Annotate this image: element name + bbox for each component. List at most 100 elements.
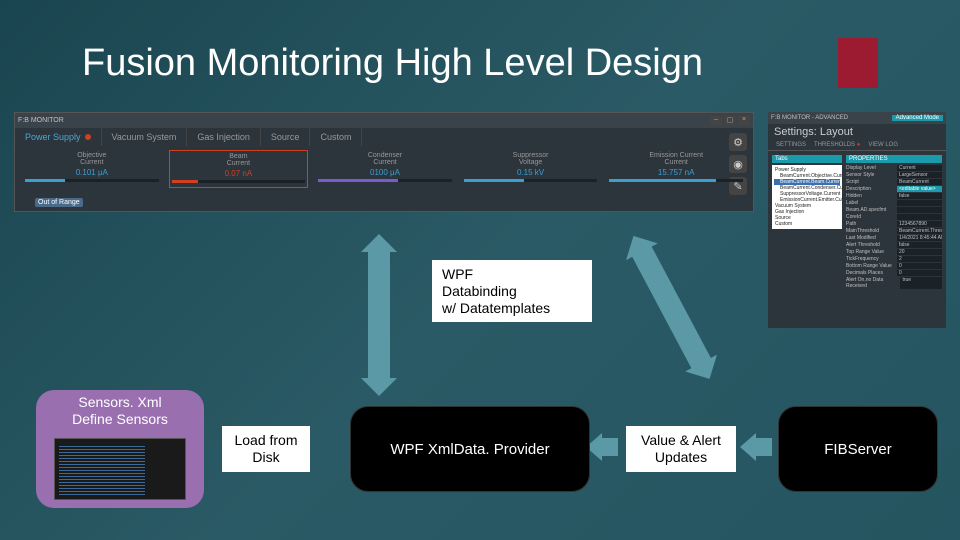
- property-label: Alert Threshold: [846, 242, 880, 248]
- property-row: Alert Threshold false: [846, 242, 942, 248]
- arrow-bidirectional: [368, 250, 390, 380]
- property-label: Path: [846, 221, 856, 227]
- tab-custom[interactable]: Custom: [310, 128, 362, 146]
- page-title: Fusion Monitoring High Level Design: [82, 42, 703, 85]
- sensor-emission: Emission Current Current 15.757 nA: [607, 150, 745, 188]
- properties-panel: PROPERTIES Display LevelCurrentSensor St…: [846, 155, 942, 307]
- fib-title-text: F:B MONITOR: [18, 117, 64, 124]
- sensor-value: 0100 µA: [318, 168, 452, 177]
- label-value-updates: Value & Alert Updates: [626, 426, 736, 472]
- property-label: Hidden: [846, 193, 862, 199]
- settings-title-text: F:B MONITOR - ADVANCED: [771, 115, 848, 121]
- property-row: Sensor Style LargeSensor: [846, 172, 942, 178]
- fib-titlebar: F:B MONITOR – ▢ ×: [15, 113, 753, 128]
- sensor-beam: Beam Current 0.07 nA: [169, 150, 309, 188]
- property-row: Decimals Places 0: [846, 270, 942, 276]
- sensor-row: Objective Current 0.101 µA Beam Current …: [15, 146, 753, 192]
- subtab-viewlog[interactable]: VIEW LOG: [864, 140, 902, 150]
- property-row: Alert On,no Data Receivedtrue: [846, 277, 942, 289]
- tab-power-supply[interactable]: Power Supply: [15, 128, 102, 146]
- property-value[interactable]: BeamCurrent: [897, 179, 942, 185]
- fib-monitor-window: F:B MONITOR – ▢ × Power Supply Vacuum Sy…: [14, 112, 754, 212]
- property-value[interactable]: 20: [897, 249, 942, 255]
- property-value[interactable]: false: [897, 242, 942, 248]
- property-row: Last Modified1/4/2021 8:45:44 AM: [846, 235, 942, 241]
- label-wpf-databinding: WPF Databinding w/ Datatemplates: [432, 260, 592, 322]
- property-value[interactable]: 1/4/2021 8:45:44 AM: [897, 235, 942, 241]
- sensor-label: Beam Current: [172, 153, 306, 167]
- property-value[interactable]: <editable value>: [897, 186, 942, 192]
- property-label: Decimals Places: [846, 270, 883, 276]
- property-label: Label: [846, 200, 858, 206]
- tab-source[interactable]: Source: [261, 128, 311, 146]
- property-value[interactable]: 2: [897, 256, 942, 262]
- settings-window: F:B MONITOR - ADVANCED Advanced Mode Set…: [768, 112, 946, 328]
- property-label: TickFrequency: [846, 256, 879, 262]
- property-value[interactable]: BeamCurrent.ThresholdMonitor.LowUp: [897, 228, 942, 234]
- properties-col-head: PROPERTIES: [846, 155, 942, 163]
- property-row: Display LevelCurrent: [846, 165, 942, 171]
- fibserver-box: FIBServer: [778, 406, 938, 492]
- eye-icon[interactable]: ◉: [729, 155, 747, 173]
- property-value[interactable]: [897, 214, 942, 220]
- property-label: Script: [846, 179, 859, 185]
- xml-preview-thumbnail: [54, 438, 186, 500]
- gear-icon[interactable]: ⚙: [729, 133, 747, 151]
- settings-heading: Settings: Layout: [768, 124, 946, 140]
- property-value[interactable]: Current: [897, 165, 942, 171]
- tree-item[interactable]: Custom: [774, 221, 840, 227]
- subtab-settings[interactable]: SETTINGS: [772, 140, 810, 150]
- tabs-col-head: Tabs: [772, 155, 842, 163]
- sensor-label: Suppressor Voltage: [464, 152, 598, 166]
- settings-titlebar: F:B MONITOR - ADVANCED Advanced Mode: [768, 112, 946, 124]
- sensor-condenser: Condenser Current 0100 µA: [316, 150, 454, 188]
- settings-subtabs: SETTINGS THRESHOLDS ● VIEW LOG: [768, 140, 946, 151]
- sensor-label: Condenser Current: [318, 152, 452, 166]
- property-label: Beam.AD.specfmt: [846, 207, 886, 213]
- maximize-icon[interactable]: ▢: [724, 116, 736, 126]
- property-label: Description: [846, 186, 871, 192]
- property-row: Hidden false: [846, 193, 942, 199]
- property-label: Bottom Range Value: [846, 263, 892, 269]
- property-value[interactable]: LargeSensor: [897, 172, 942, 178]
- property-label: Sensor Style: [846, 172, 874, 178]
- property-value[interactable]: 1234567890: [897, 221, 942, 227]
- sensor-value: 0.07 nA: [172, 169, 306, 178]
- close-icon[interactable]: ×: [738, 116, 750, 126]
- sensor-value: 0.15 kV: [464, 168, 598, 177]
- property-row: CoreId: [846, 214, 942, 220]
- sensor-value: 0.101 µA: [25, 168, 159, 177]
- property-row: Script BeamCurrent: [846, 179, 942, 185]
- minimize-icon[interactable]: –: [710, 116, 722, 126]
- property-label: Alert On,no Data Received: [846, 277, 900, 289]
- label-load-from-disk: Load from Disk: [222, 426, 310, 472]
- tab-gas-injection[interactable]: Gas Injection: [187, 128, 261, 146]
- property-label: Top Range Value: [846, 249, 884, 255]
- sensor-label: Objective Current: [25, 152, 159, 166]
- property-value[interactable]: 0: [897, 263, 942, 269]
- xml-data-provider-box: WPF XmlData. Provider: [350, 406, 590, 492]
- property-value[interactable]: true: [900, 277, 942, 289]
- property-row: Path 1234567890: [846, 221, 942, 227]
- property-row: Beam.AD.specfmt: [846, 207, 942, 213]
- property-row: TickFrequency 2: [846, 256, 942, 262]
- property-label: MainThreshold: [846, 228, 879, 234]
- sensor-tree[interactable]: Power Supply BeamCurrent.Objective.Curre…: [772, 165, 842, 229]
- accent-bar: [838, 38, 878, 88]
- property-label: CoreId: [846, 214, 861, 220]
- fib-tab-bar: Power Supply Vacuum System Gas Injection…: [15, 128, 753, 146]
- arrow-left: [754, 438, 772, 456]
- tab-vacuum-system[interactable]: Vacuum System: [102, 128, 188, 146]
- subtab-thresholds[interactable]: THRESHOLDS ●: [810, 140, 864, 150]
- property-value[interactable]: [897, 207, 942, 213]
- arrow-bidirectional: [631, 245, 711, 370]
- property-row: MainThreshold BeamCurrent.ThresholdMonito…: [846, 228, 942, 234]
- advanced-mode-button[interactable]: Advanced Mode: [892, 115, 943, 121]
- out-of-range-badge: Out of Range: [35, 198, 83, 207]
- window-controls: – ▢ ×: [710, 116, 750, 126]
- property-row: Bottom Range Value 0: [846, 263, 942, 269]
- property-value[interactable]: 0: [897, 270, 942, 276]
- property-value[interactable]: false: [897, 193, 942, 199]
- property-value[interactable]: [897, 200, 942, 206]
- property-row: Description <editable value>: [846, 186, 942, 192]
